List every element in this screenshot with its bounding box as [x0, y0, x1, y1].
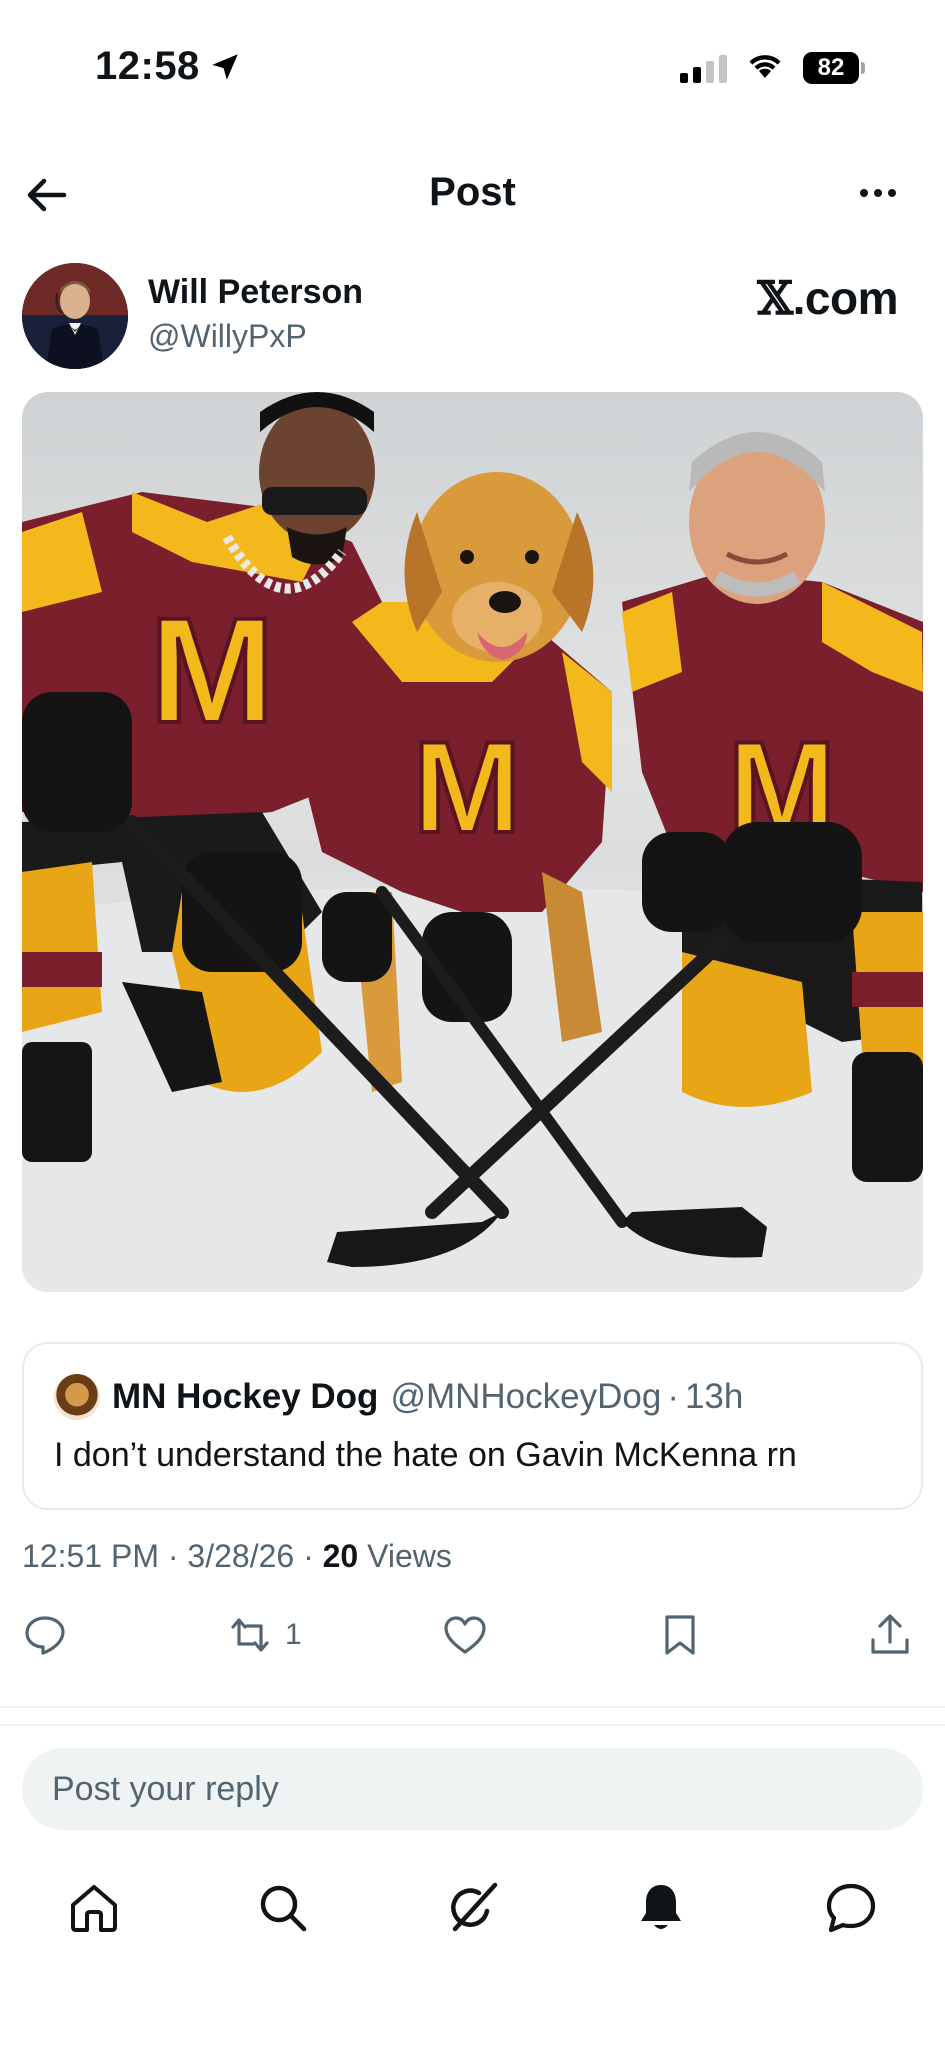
nav-home[interactable] — [54, 1868, 134, 1948]
status-time: 12:58 — [95, 44, 242, 89]
post-actions: 1 — [22, 1612, 923, 1672]
notifications-icon — [641, 1885, 681, 1929]
hockey-photo: M M M — [22, 392, 923, 1292]
more-options-button[interactable] — [853, 178, 903, 208]
divider — [0, 1724, 945, 1726]
cellular-signal-icon — [680, 53, 727, 83]
separator: · — [667, 1377, 679, 1416]
bookmark-button[interactable] — [657, 1612, 703, 1658]
reply-button[interactable] — [22, 1612, 68, 1658]
messages-icon — [826, 1883, 876, 1933]
post-header: Post — [0, 150, 945, 240]
home-icon — [71, 1885, 117, 1932]
status-bar: 12:58 82 — [0, 0, 945, 140]
more-dot — [860, 189, 868, 197]
repost-icon — [231, 1618, 269, 1652]
battery-icon: 82 — [803, 51, 865, 84]
reply-icon — [25, 1616, 65, 1655]
quoted-post[interactable]: MN Hockey Dog @MNHockeyDog · 13h I don’t… — [22, 1342, 923, 1510]
post-image[interactable]: M M M — [22, 392, 923, 1292]
like-icon — [444, 1616, 486, 1654]
separator: · — [303, 1538, 314, 1574]
bookmark-icon — [665, 1615, 695, 1655]
post-date: 3/28/26 — [187, 1538, 295, 1574]
repost-count: 1 — [285, 1618, 302, 1651]
views-count: 20 — [322, 1538, 359, 1574]
watermark-text: .com — [792, 272, 899, 324]
page-title: Post — [429, 170, 516, 214]
post-meta: 12:51 PM · 3/28/26 · 20 Views — [22, 1538, 452, 1575]
x-com-watermark: 𝕏.com — [757, 271, 898, 325]
search-icon — [260, 1885, 307, 1932]
quoted-post-header: MN Hockey Dog @MNHockeyDog · 13h — [54, 1374, 743, 1420]
nav-grok[interactable] — [432, 1868, 512, 1948]
bottom-nav — [0, 1868, 945, 1968]
quoted-author-handle: @MNHockeyDog — [390, 1377, 662, 1416]
more-dot — [874, 189, 882, 197]
clock: 12:58 — [95, 44, 200, 88]
quoted-author-name: MN Hockey Dog — [112, 1377, 379, 1416]
author-name[interactable]: Will Peterson — [148, 273, 363, 312]
post-time: 12:51 PM — [22, 1538, 159, 1574]
reply-input[interactable] — [52, 1748, 892, 1830]
status-indicators: 82 — [680, 50, 865, 85]
quoted-author-avatar — [54, 1374, 100, 1420]
quoted-post-text: I don’t understand the hate on Gavin McK… — [54, 1436, 797, 1474]
like-button[interactable] — [442, 1612, 488, 1658]
author-avatar[interactable] — [22, 263, 128, 369]
repost-button[interactable]: 1 — [227, 1612, 302, 1658]
share-icon — [871, 1614, 909, 1654]
share-button[interactable] — [867, 1612, 913, 1658]
battery-level: 82 — [803, 51, 859, 84]
more-dot — [888, 189, 896, 197]
svg-text:M: M — [150, 586, 275, 754]
avatar-image — [22, 263, 128, 369]
separator: · — [167, 1538, 179, 1574]
x-logo-mark: 𝕏 — [757, 271, 793, 325]
grok-icon — [451, 1882, 498, 1932]
views-label[interactable]: Views — [367, 1538, 452, 1574]
svg-text:M: M — [413, 714, 521, 860]
wifi-icon — [745, 50, 785, 85]
author-handle[interactable]: @WillyPxP — [148, 318, 307, 355]
divider — [0, 1706, 945, 1708]
nav-notifications[interactable] — [621, 1868, 701, 1948]
post-author: Will Peterson @WillyPxP 𝕏.com — [22, 263, 922, 373]
quoted-post-age: 13h — [684, 1377, 744, 1416]
location-arrow-icon — [212, 53, 238, 80]
reply-box[interactable] — [22, 1748, 923, 1830]
nav-search[interactable] — [243, 1868, 323, 1948]
nav-messages[interactable] — [810, 1868, 890, 1948]
